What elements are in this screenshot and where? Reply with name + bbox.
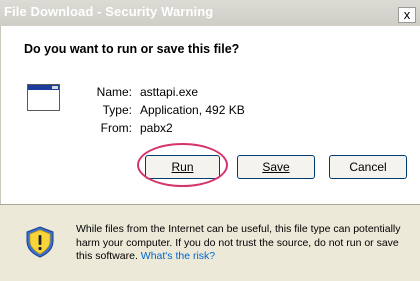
- window-buttons-graphic: [52, 86, 58, 89]
- window-title: File Download - Security Warning: [4, 4, 214, 19]
- file-download-dialog: File Download - Security Warning x Do yo…: [0, 0, 420, 281]
- highlight-circle: [137, 143, 228, 187]
- warning-text: While files from the Internet can be use…: [76, 223, 401, 262]
- whats-the-risk-link[interactable]: What's the risk?: [141, 250, 215, 262]
- type-label: Type:: [102, 103, 132, 117]
- shield-warning-icon: [26, 226, 54, 258]
- title-bar: File Download - Security Warning x: [0, 0, 420, 26]
- file-type-value: Application, 492 KB: [140, 103, 245, 117]
- dialog-question: Do you want to run or save this file?: [24, 42, 240, 56]
- from-label: From:: [100, 121, 132, 135]
- file-source-value: pabx2: [140, 121, 173, 135]
- save-button[interactable]: Save: [237, 155, 315, 179]
- close-button[interactable]: x: [398, 7, 416, 23]
- name-label: Name:: [96, 85, 132, 99]
- save-button-label: Save: [262, 160, 290, 174]
- file-name-value: asttapi.exe: [140, 85, 199, 99]
- cancel-button[interactable]: Cancel: [329, 155, 407, 179]
- warning-message: While files from the Internet can be use…: [76, 223, 412, 264]
- cancel-button-label: Cancel: [349, 160, 387, 174]
- application-window-icon: [27, 84, 60, 111]
